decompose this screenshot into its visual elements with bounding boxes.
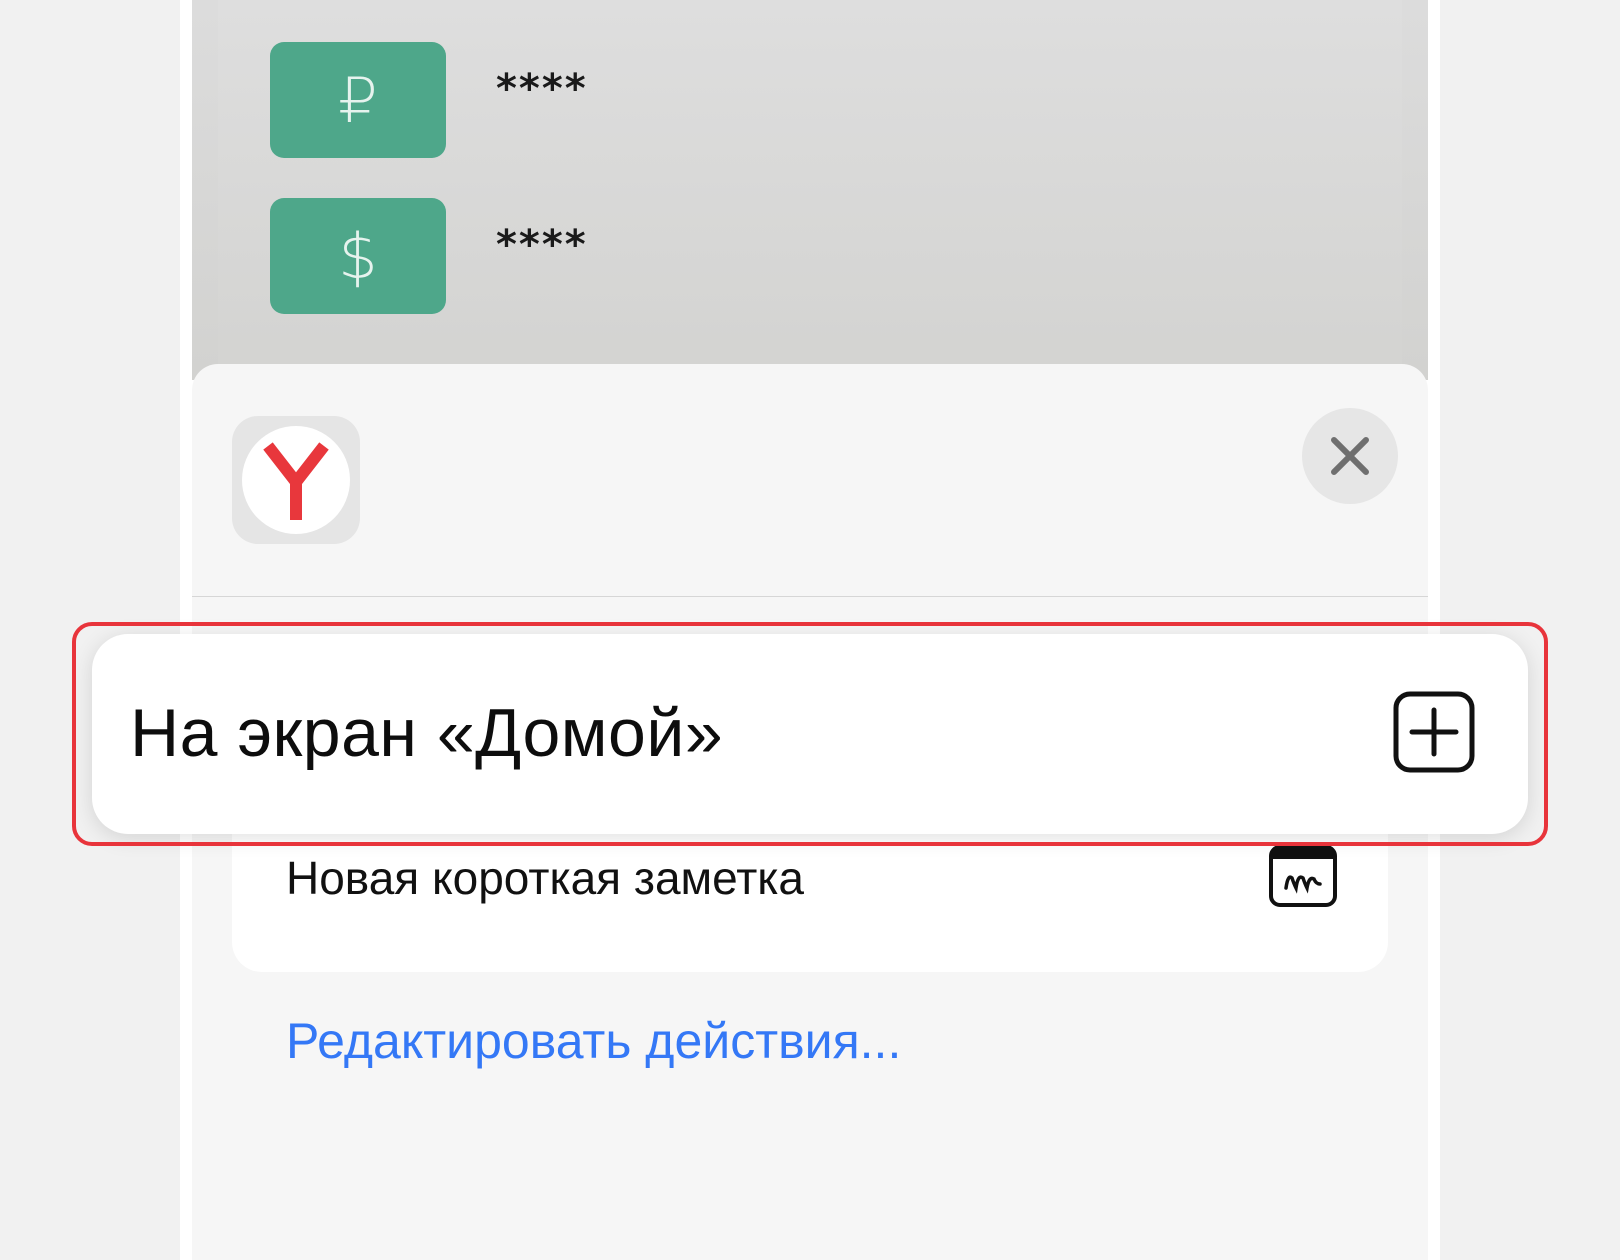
edit-actions-link[interactable]: Редактировать действия...: [286, 1012, 901, 1070]
account-row-usd: $ ****: [270, 198, 588, 314]
masked-balance: ****: [496, 66, 588, 112]
close-button[interactable]: [1302, 408, 1398, 504]
screenshot-stage: ₽ **** $ **** Новая короткая заметка Ред…: [0, 0, 1620, 1260]
action-quick-note-label: Новая короткая заметка: [286, 852, 804, 904]
close-icon: [1331, 437, 1369, 475]
quick-note-icon: [1268, 844, 1338, 913]
masked-balance: ****: [496, 222, 588, 268]
dollar-icon: $: [270, 198, 446, 314]
ruble-icon: ₽: [270, 42, 446, 158]
account-row-rub: ₽ ****: [270, 42, 588, 158]
yandex-y-icon: [263, 442, 329, 520]
yandex-browser-icon: [232, 416, 360, 544]
yandex-logo-circle: [242, 426, 350, 534]
sheet-divider: [192, 596, 1428, 597]
highlight-frame: [72, 622, 1548, 846]
